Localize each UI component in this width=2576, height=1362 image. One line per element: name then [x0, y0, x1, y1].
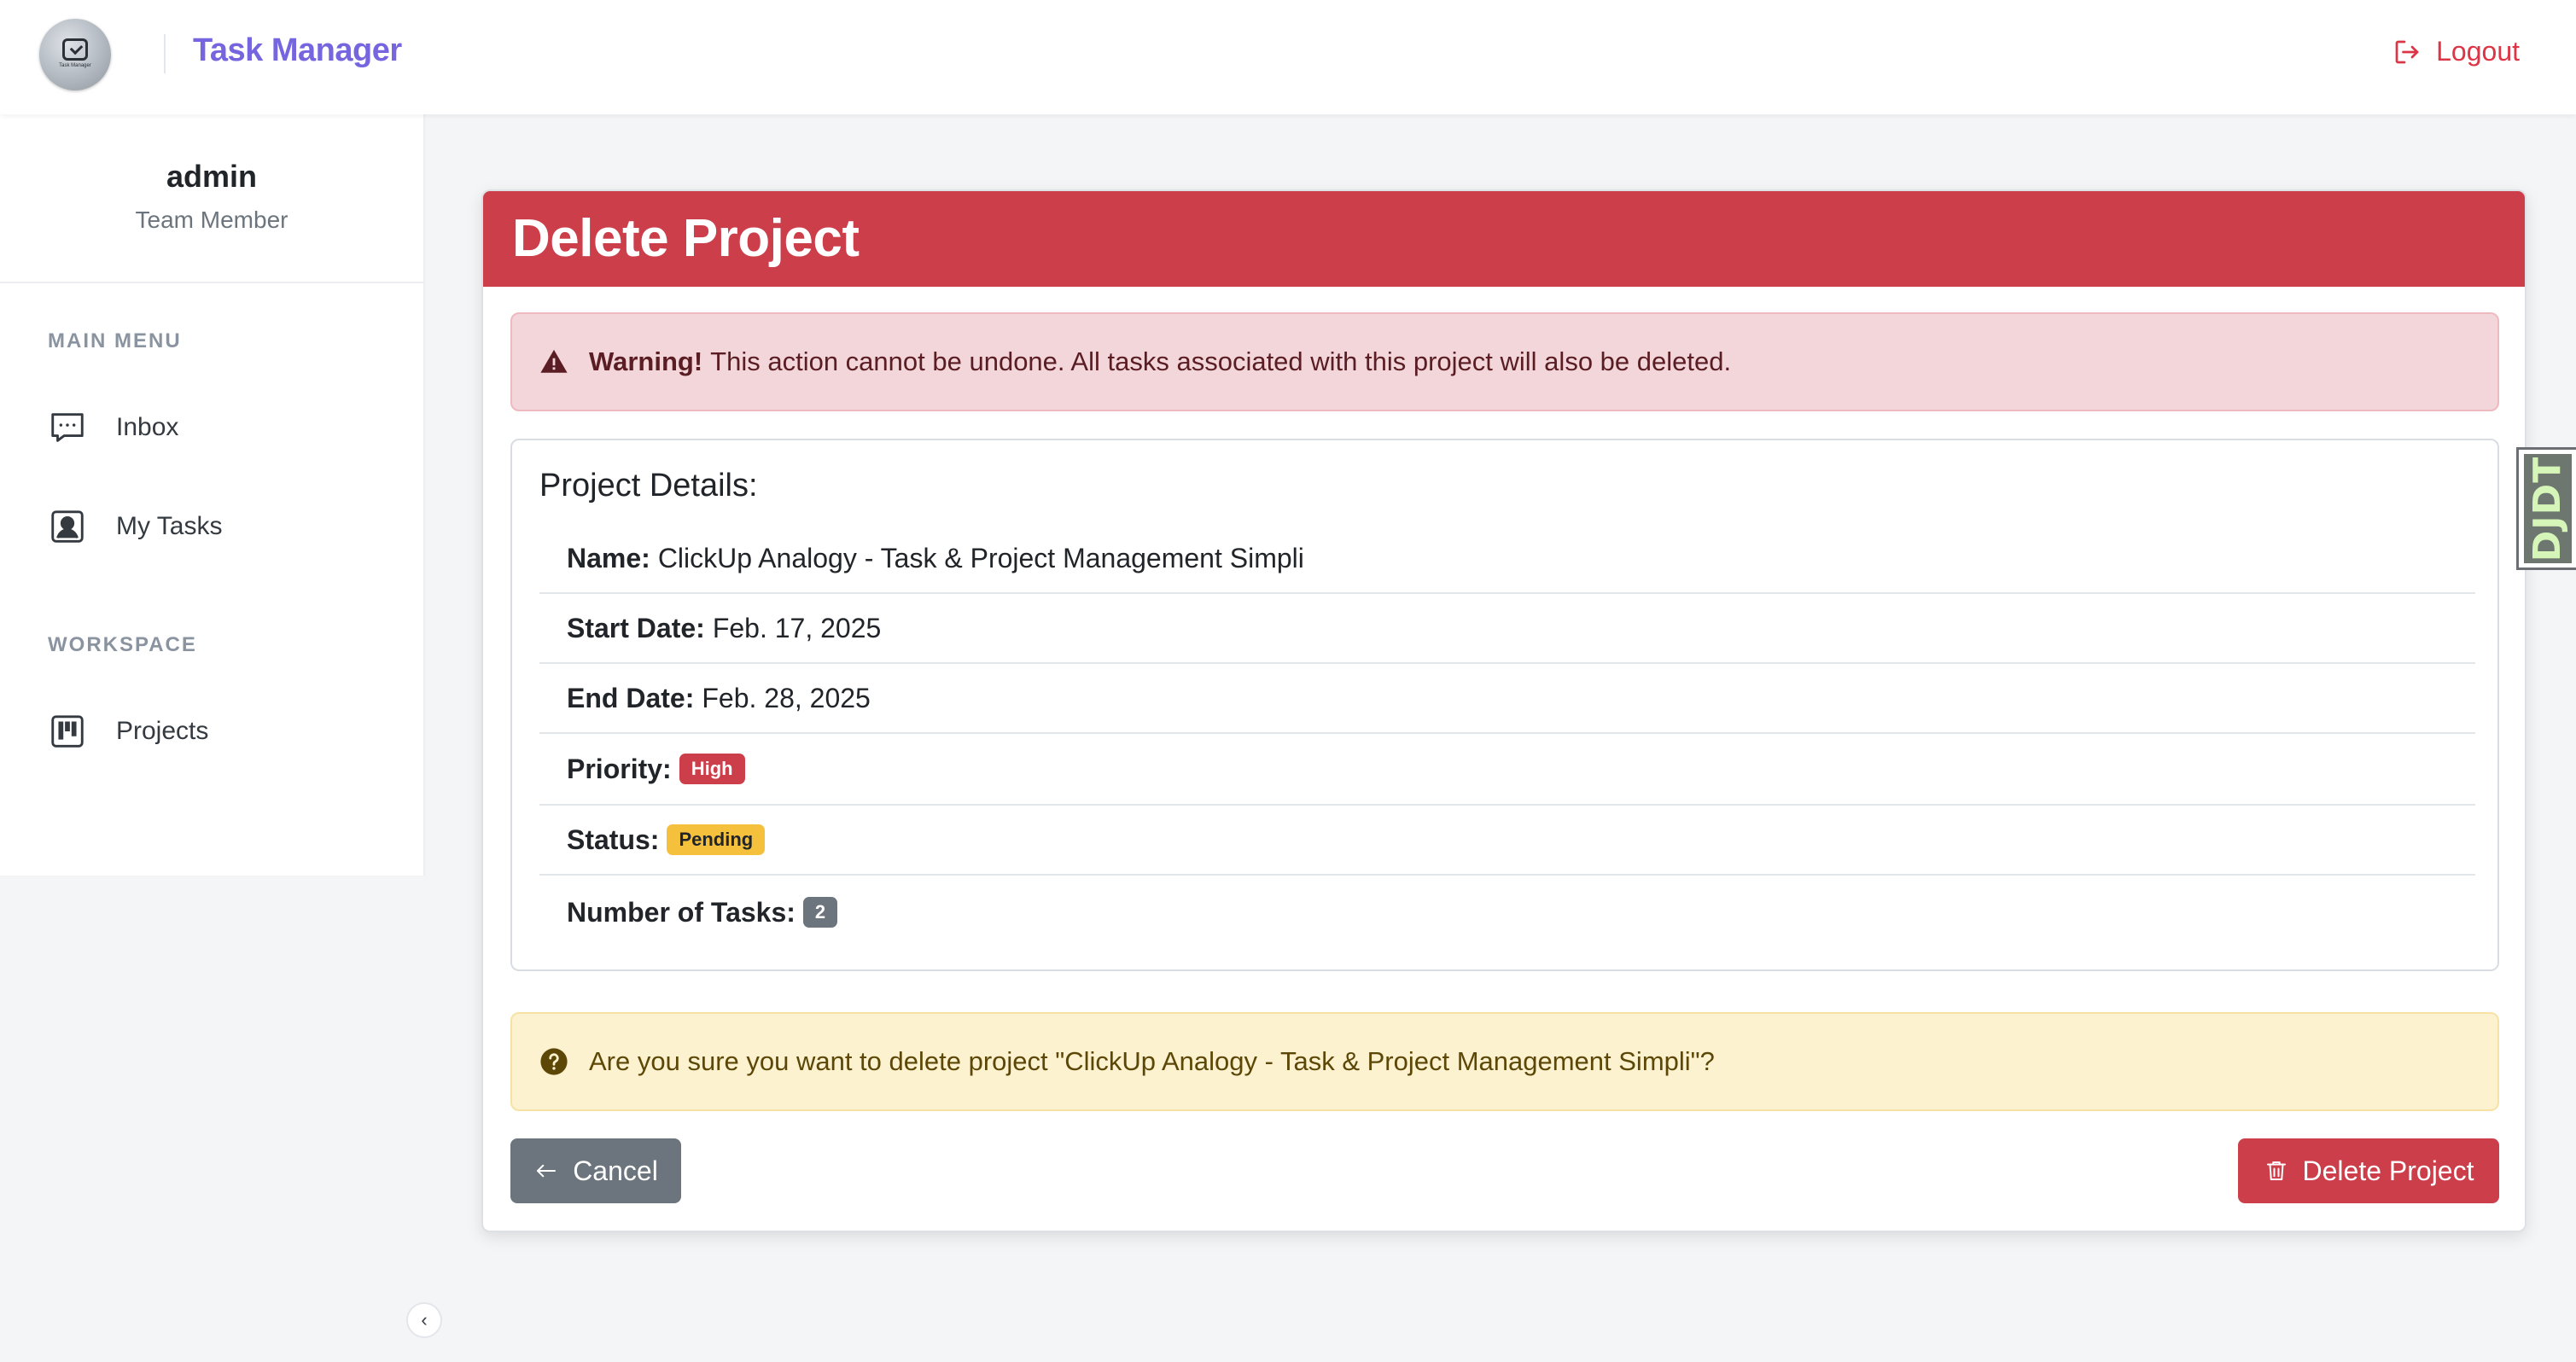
detail-label: Number of Tasks:: [567, 896, 796, 928]
sidebar-item-projects[interactable]: Projects: [48, 712, 208, 751]
priority-badge: High: [679, 754, 745, 784]
detail-label: Status:: [567, 824, 660, 855]
sidebar-item-label: Projects: [116, 717, 209, 745]
sidebar-item-my-tasks[interactable]: My Tasks: [48, 507, 222, 546]
detail-row-priority: Priority: High: [539, 734, 2475, 806]
warning-text: This action cannot be undone. All tasks …: [710, 346, 1732, 376]
cancel-button[interactable]: Cancel: [510, 1138, 681, 1203]
sidebar-item-inbox[interactable]: Inbox: [48, 408, 178, 447]
confirm-alert: Are you sure you want to delete project …: [510, 1012, 2499, 1111]
cancel-label: Cancel: [573, 1155, 658, 1186]
logo-text: Task Manager: [59, 62, 91, 68]
detail-label: End Date:: [567, 682, 695, 713]
warning-strong: Warning!: [589, 346, 703, 376]
logout-link[interactable]: Logout: [2392, 36, 2520, 67]
delete-project-button[interactable]: Delete Project: [2238, 1138, 2499, 1203]
kanban-icon: [51, 715, 84, 748]
detail-row-start-date: Start Date: Feb. 17, 2025: [539, 594, 2475, 664]
detail-label: Name:: [567, 542, 650, 573]
trash-icon: [2266, 1161, 2286, 1180]
detail-label: Priority:: [567, 753, 672, 784]
question-circle-icon: [540, 1048, 568, 1075]
detail-label: Start Date:: [567, 612, 705, 643]
arrow-left-icon: [537, 1164, 557, 1178]
task-count-badge: 2: [802, 897, 838, 928]
debug-toolbar-handle[interactable]: DJDT: [2516, 447, 2576, 570]
brand-title[interactable]: Task Manager: [193, 32, 402, 69]
debug-toolbar-label: DJDT: [2526, 456, 2569, 562]
brand-logo[interactable]: Task Manager: [39, 19, 111, 90]
sidebar-item-label: Inbox: [116, 413, 179, 441]
person-badge-icon: [51, 510, 84, 543]
sidebar-collapse-button[interactable]: ‹: [406, 1302, 442, 1338]
detail-value: ClickUp Analogy - Task & Project Managem…: [657, 542, 1304, 573]
warning-triangle-icon: [540, 349, 568, 373]
delete-project-card: Delete Project Warning! This action cann…: [481, 189, 2526, 1232]
delete-label: Delete Project: [2302, 1155, 2474, 1186]
brand-divider: [164, 34, 166, 73]
username: admin: [166, 159, 257, 194]
sidebar-item-label: My Tasks: [116, 512, 223, 540]
status-badge: Pending: [667, 824, 766, 855]
detail-row-end-date: End Date: Feb. 28, 2025: [539, 664, 2475, 734]
confirm-text: Are you sure you want to delete project …: [589, 1046, 1715, 1076]
menu-heading-main: MAIN MENU: [48, 329, 182, 352]
logout-icon: [2395, 40, 2419, 63]
chat-dots-icon: [51, 413, 84, 442]
detail-row-name: Name: ClickUp Analogy - Task & Project M…: [539, 524, 2475, 594]
detail-row-task-count: Number of Tasks: 2: [539, 877, 2475, 947]
logout-label: Logout: [2436, 36, 2520, 67]
user-profile: admin Team Member: [0, 114, 423, 283]
debug-toolbar-label-bg: DJDT: [2523, 454, 2572, 563]
detail-value: Feb. 17, 2025: [712, 612, 882, 643]
top-navbar: Task Manager Task Manager Logout: [0, 0, 2576, 114]
logo-check-icon: [62, 38, 88, 61]
menu-heading-workspace: WORKSPACE: [48, 633, 197, 656]
sidebar: admin Team Member MAIN MENU Inbox My Tas…: [0, 114, 425, 876]
warning-alert: Warning! This action cannot be undone. A…: [510, 312, 2499, 411]
project-details: Project Details: Name: ClickUp Analogy -…: [510, 439, 2499, 971]
detail-value: Feb. 28, 2025: [702, 682, 871, 713]
user-role: Team Member: [135, 207, 288, 233]
detail-row-status: Status: Pending: [539, 806, 2475, 876]
details-title: Project Details:: [539, 468, 758, 503]
card-title: Delete Project: [483, 191, 2525, 287]
